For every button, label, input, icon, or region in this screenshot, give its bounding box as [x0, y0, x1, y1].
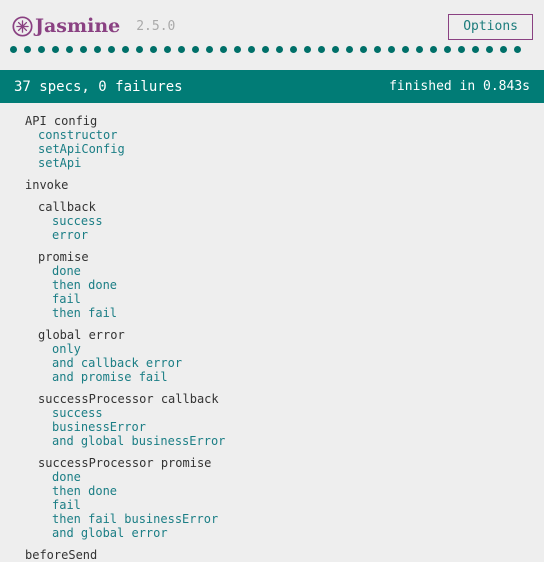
- brand-title: Jasmine: [35, 15, 121, 37]
- spec-result-dot[interactable]: [80, 46, 87, 53]
- spec-result-dot[interactable]: [486, 46, 493, 53]
- spec-result-dot[interactable]: [24, 46, 31, 53]
- spec-result-dot[interactable]: [178, 46, 185, 53]
- suite-group: invoke: [0, 178, 544, 192]
- spec-name[interactable]: constructor: [0, 128, 544, 142]
- suite-name[interactable]: beforeSend: [0, 548, 544, 562]
- spec-result-dot[interactable]: [472, 46, 479, 53]
- spec-name[interactable]: and callback error: [0, 356, 544, 370]
- spec-name[interactable]: then done: [0, 278, 544, 292]
- spec-result-dot[interactable]: [234, 46, 241, 53]
- spec-result-dot[interactable]: [122, 46, 129, 53]
- suite-group: successProcessor promise done then done fai…: [0, 456, 544, 540]
- suite-group: beforeSend: [0, 548, 544, 562]
- suite-name[interactable]: successProcessor callback: [0, 392, 544, 406]
- spec-name[interactable]: and promise fail: [0, 370, 544, 384]
- spec-result-dot[interactable]: [10, 46, 17, 53]
- spec-result-dot[interactable]: [500, 46, 507, 53]
- spec-name[interactable]: success: [0, 406, 544, 420]
- spec-name[interactable]: businessError: [0, 420, 544, 434]
- suite-group: successProcessor callback success business…: [0, 392, 544, 448]
- spec-name[interactable]: only: [0, 342, 544, 356]
- spec-result-dot[interactable]: [206, 46, 213, 53]
- version-label: 2.5.0: [136, 19, 176, 34]
- spec-result-dot[interactable]: [192, 46, 199, 53]
- spec-result-dot[interactable]: [444, 46, 451, 53]
- suite-name[interactable]: successProcessor promise: [0, 456, 544, 470]
- spec-name[interactable]: then fail: [0, 306, 544, 320]
- duration-text: finished in 0.843s: [389, 79, 530, 94]
- jasmine-flower-icon: [12, 16, 33, 37]
- symbol-summary: [10, 46, 528, 53]
- spec-result-dot[interactable]: [402, 46, 409, 53]
- spec-result-dot[interactable]: [388, 46, 395, 53]
- suite-name[interactable]: promise: [0, 250, 544, 264]
- spec-result-dot[interactable]: [38, 46, 45, 53]
- spec-result-dot[interactable]: [94, 46, 101, 53]
- suite-group: global error only and callback error and pr…: [0, 328, 544, 384]
- spec-name[interactable]: then done: [0, 484, 544, 498]
- spec-result-dot[interactable]: [150, 46, 157, 53]
- spec-result-dot[interactable]: [276, 46, 283, 53]
- spec-result-dot[interactable]: [164, 46, 171, 53]
- spec-result-dot[interactable]: [430, 46, 437, 53]
- spec-result-dot[interactable]: [304, 46, 311, 53]
- spec-name[interactable]: done: [0, 264, 544, 278]
- spec-result-dot[interactable]: [52, 46, 59, 53]
- results-bar: 37 specs, 0 failures finished in 0.843s: [0, 70, 544, 103]
- spec-result-dot[interactable]: [136, 46, 143, 53]
- suite-name[interactable]: global error: [0, 328, 544, 342]
- spec-name[interactable]: success: [0, 214, 544, 228]
- spec-summary-text: 37 specs, 0 failures: [14, 78, 183, 95]
- jasmine-banner: Jasmine 2.5.0 Options: [0, 0, 544, 70]
- suite-group: promise done then done fail then fail: [0, 250, 544, 320]
- suite-group: API config constructor setApiConfig setApi: [0, 114, 544, 170]
- spec-result-dot[interactable]: [220, 46, 227, 53]
- spec-result-dot[interactable]: [108, 46, 115, 53]
- spec-result-dot[interactable]: [262, 46, 269, 53]
- spec-name[interactable]: and global businessError: [0, 434, 544, 448]
- spec-result-dot[interactable]: [416, 46, 423, 53]
- spec-name[interactable]: setApi: [0, 156, 544, 170]
- options-button[interactable]: Options: [448, 14, 533, 40]
- spec-name[interactable]: error: [0, 228, 544, 242]
- spec-name[interactable]: setApiConfig: [0, 142, 544, 156]
- spec-result-dot[interactable]: [248, 46, 255, 53]
- suite-group: callback success error: [0, 200, 544, 242]
- spec-result-dot[interactable]: [458, 46, 465, 53]
- spec-result-dot[interactable]: [332, 46, 339, 53]
- spec-result-dot[interactable]: [374, 46, 381, 53]
- suite-name[interactable]: API config: [0, 114, 544, 128]
- spec-name[interactable]: done: [0, 470, 544, 484]
- spec-result-dot[interactable]: [360, 46, 367, 53]
- suite-name[interactable]: callback: [0, 200, 544, 214]
- results-tree: API config constructor setApiConfig setApi i…: [0, 103, 544, 562]
- brand: Jasmine 2.5.0: [12, 16, 175, 37]
- spec-result-dot[interactable]: [346, 46, 353, 53]
- spec-name[interactable]: then fail businessError: [0, 512, 544, 526]
- suite-name[interactable]: invoke: [0, 178, 544, 192]
- spec-name[interactable]: and global error: [0, 526, 544, 540]
- spec-result-dot[interactable]: [66, 46, 73, 53]
- spec-result-dot[interactable]: [318, 46, 325, 53]
- spec-result-dot[interactable]: [290, 46, 297, 53]
- spec-name[interactable]: fail: [0, 498, 544, 512]
- spec-name[interactable]: fail: [0, 292, 544, 306]
- spec-result-dot[interactable]: [514, 46, 521, 53]
